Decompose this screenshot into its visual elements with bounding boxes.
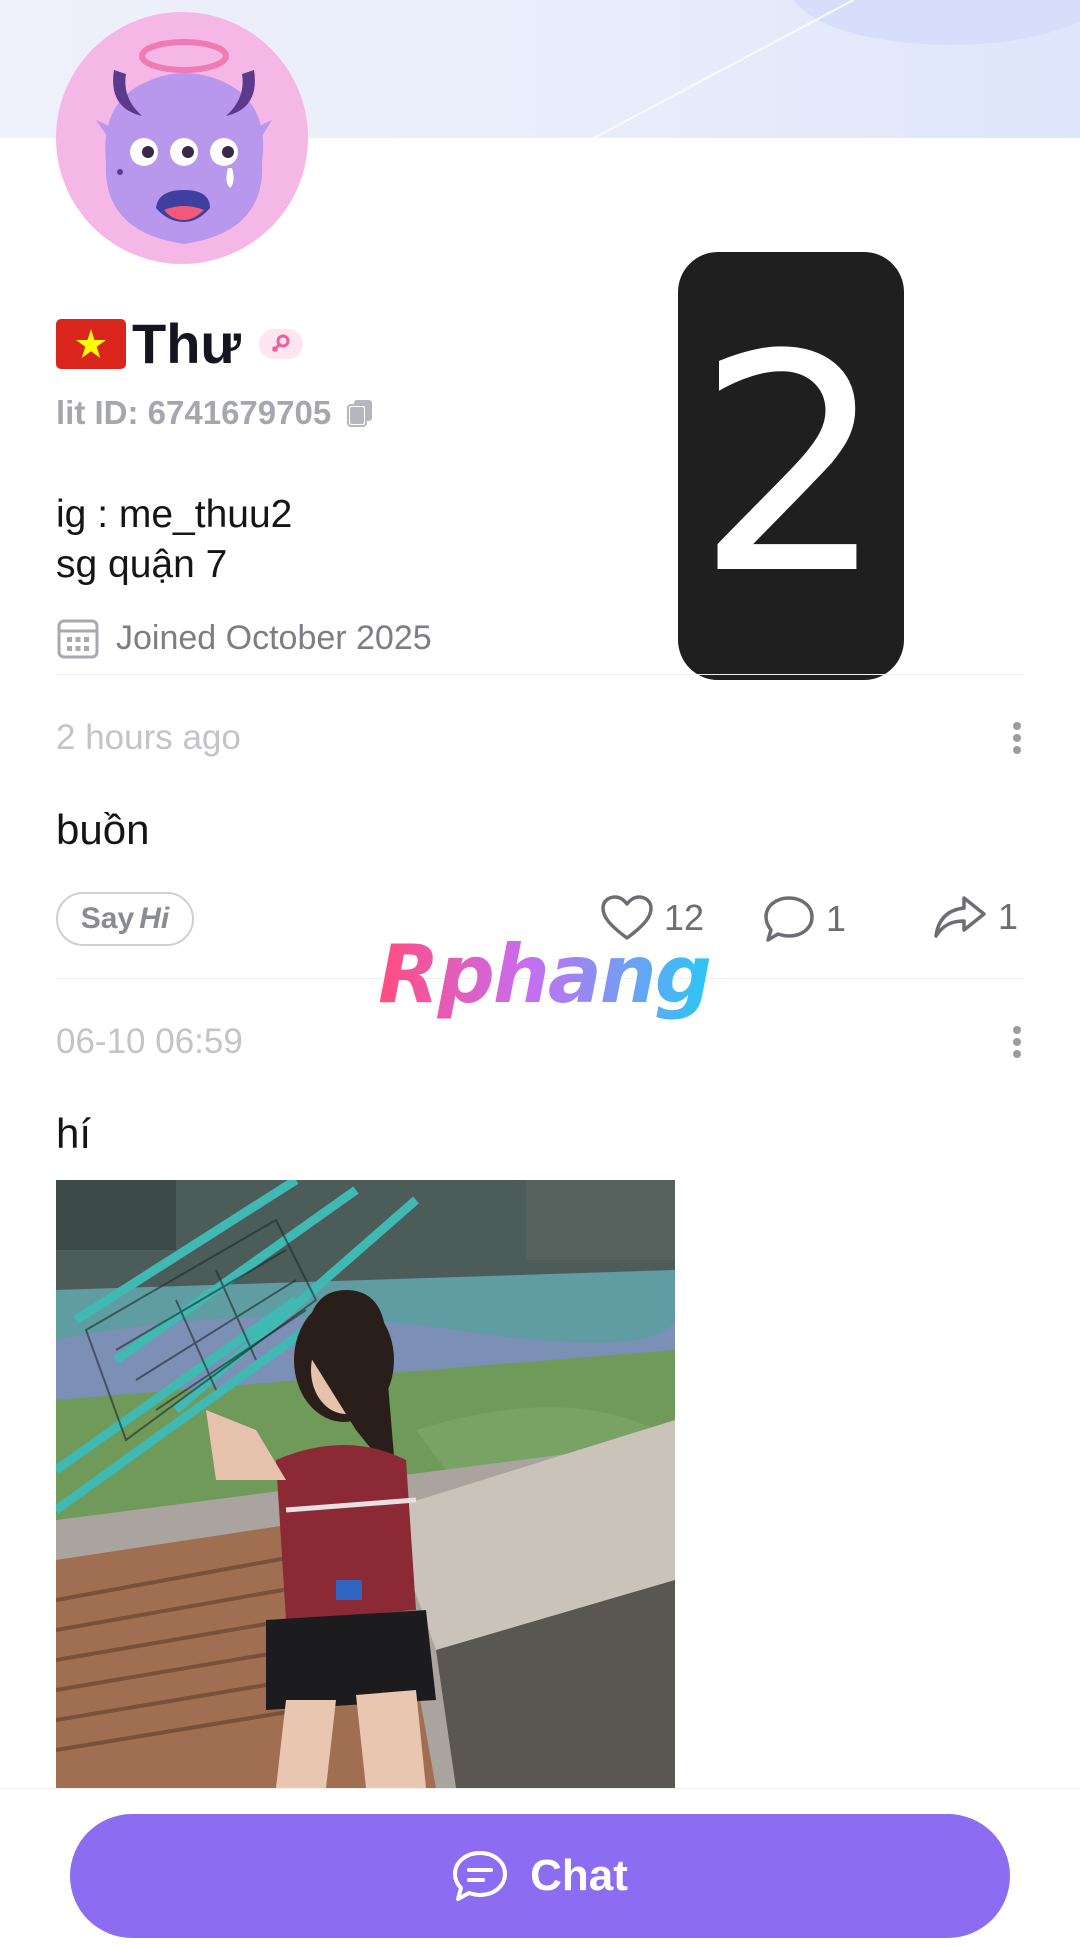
joined-row: Joined October 2025	[56, 616, 432, 660]
female-icon	[258, 329, 303, 359]
say-hi-label-hi: Hi	[139, 902, 170, 935]
copy-icon[interactable]	[345, 398, 375, 428]
more-vertical-icon[interactable]	[1004, 1022, 1030, 1062]
post-time: 06-10 06:59	[56, 1022, 243, 1061]
lit-id-row: lit ID: 6741679705	[56, 394, 375, 432]
post-text: hí	[56, 1110, 92, 1157]
comment-count: 1	[826, 898, 847, 939]
comment-button[interactable]: 1	[762, 894, 846, 944]
comment-icon	[764, 896, 814, 942]
bio-line: sg quận 7	[56, 543, 228, 586]
more-vertical-icon[interactable]	[1004, 718, 1030, 758]
chat-button[interactable]: Chat	[70, 1814, 1010, 1938]
share-button[interactable]: 1	[932, 894, 1018, 940]
bio-line: ig : me_thuu2	[56, 493, 293, 536]
post-time: 2 hours ago	[56, 718, 241, 757]
post-photo[interactable]	[56, 1180, 675, 1788]
profile-bio: ig : me_thuu2 sg quận 7	[56, 490, 292, 590]
post-text: buồn	[56, 806, 150, 853]
joined-date: Joined October 2025	[116, 618, 432, 657]
divider	[56, 674, 1024, 675]
badge-number: 2	[695, 291, 887, 640]
calendar-icon	[57, 619, 99, 659]
header-decoration	[790, 0, 1080, 45]
say-hi-label: Say	[80, 902, 135, 935]
share-count: 1	[998, 896, 1019, 937]
profile-name: Thư	[132, 312, 241, 375]
number-badge-overlay: 2	[678, 252, 904, 680]
profile-avatar[interactable]	[56, 12, 308, 264]
lit-id: lit ID: 6741679705	[56, 394, 332, 431]
watermark-logo: Rphang	[378, 928, 712, 1021]
say-hi-button[interactable]: Say Hi	[56, 892, 194, 946]
profile-name-row: Thư	[56, 312, 303, 376]
chat-bubble-icon	[453, 1851, 508, 1901]
chat-button-label: Chat	[530, 1851, 628, 1900]
share-icon	[934, 896, 986, 938]
purple-monster-avatar-icon	[96, 39, 272, 244]
vietnam-flag-icon	[56, 319, 126, 369]
